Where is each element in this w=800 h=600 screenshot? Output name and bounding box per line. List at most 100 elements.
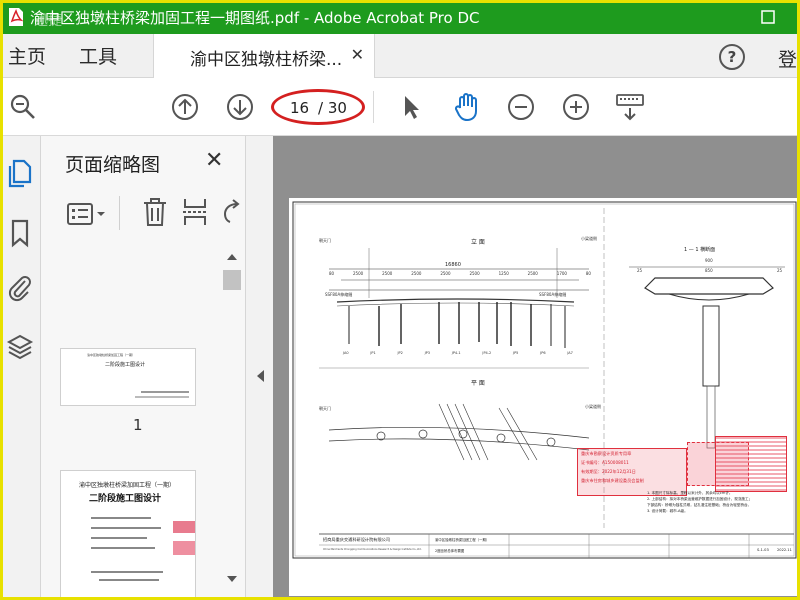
collapse-panel-icon[interactable] (257, 370, 264, 382)
dimension-value: 80 (329, 271, 335, 276)
split-page-icon[interactable] (181, 196, 211, 232)
toolbar-divider (373, 91, 374, 123)
panel-toolbar-divider (119, 196, 120, 230)
design-qualification-stamp: 重庆市勘察设计资质专用章 证书编号：A150008011 有效期至：2022年1… (577, 448, 687, 496)
thumbnail-1-subtitle: 二阶段施工图设计 (105, 362, 146, 368)
expansion-joint-label: SSF80A伸缩缝 (325, 292, 353, 297)
sheet-title: 2座匝桥总体布置图 (435, 549, 465, 553)
close-tab-icon[interactable]: ✕ (351, 45, 364, 64)
pier-label: JP5 (513, 351, 519, 355)
section-dimension: 850 (705, 268, 713, 273)
pier-label: JA0 (343, 351, 349, 355)
thumbnail-page-1[interactable]: 渝中区独墩柱桥梁加固工程（一期） 二阶段施工图设计 (60, 348, 196, 406)
help-button[interactable]: ? (719, 44, 745, 70)
thumbnails-panel: 页面缩略图 ✕ 渝中区独墩柱桥梁加固工程（一期） 二阶段施工图设计 1 渝中区独… (40, 136, 246, 600)
tab-tools[interactable]: 工具 (79, 42, 117, 69)
thumbnail-1-heading: 渝中区独墩柱桥梁加固工程（一期） (87, 353, 136, 357)
tab-document[interactable]: 渝中区独墩柱桥梁... ✕ (153, 34, 375, 78)
close-panel-icon[interactable]: ✕ (205, 148, 223, 173)
dimension-value: 80 (585, 271, 591, 276)
thumbnail-2-stamp (173, 541, 195, 555)
zoom-in-icon[interactable] (561, 92, 591, 122)
document-viewer[interactable]: 立 面 平 面 1 — 1 横断面 朝天门 小梁道侧 朝天门 小梁道侧 1686… (273, 136, 800, 600)
pier-label-row: JA0 JP1 JP2 JP3 JP4-1 JP4-2 JP5 JP6 JA7 (343, 351, 573, 355)
dimension-row: 80 2500 2500 2500 2500 2500 1250 2500 17… (329, 271, 591, 276)
zoom-search-icon[interactable] (8, 92, 38, 122)
thumbnail-list: 渝中区独墩柱桥梁加固工程（一期） 二阶段施工图设计 1 渝中区独墩柱桥梁加固工程… (41, 248, 245, 600)
attachment-icon[interactable] (6, 272, 34, 302)
dimension-value: 2500 (440, 271, 451, 276)
label-south: 小梁道侧 (581, 236, 597, 241)
bookmark-icon[interactable] (6, 218, 34, 248)
thumbnail-2-text-line (99, 579, 159, 581)
pier-label: JP1 (370, 351, 376, 355)
panel-title: 页面缩略图 (65, 154, 161, 176)
sheet-number: S-1-03 (757, 548, 769, 552)
dimension-value: 2500 (353, 271, 364, 276)
page-up-icon[interactable] (170, 92, 200, 122)
registration-seal-stamp (715, 436, 787, 492)
rotate-icon[interactable] (221, 196, 241, 232)
left-rail (0, 136, 40, 600)
design-notes: 1. 本图尺寸除标高、里程以米计外，其余均以cm计。 2. 上部结构：拟对本桥梁… (647, 490, 752, 514)
thumbnail-2-text-line (91, 527, 161, 529)
red-ellipse-annotation (271, 89, 365, 125)
thumbnail-scrollbar[interactable] (223, 248, 241, 588)
pier-label: JP3 (424, 351, 431, 355)
select-arrow-icon[interactable] (396, 92, 426, 122)
stamp-line: 重庆市住房和城乡建设委员会监制 (581, 478, 644, 483)
pier-label: JP6 (540, 351, 546, 355)
scroll-up-icon[interactable] (227, 254, 237, 260)
keyboard-icon[interactable] (615, 92, 645, 122)
thumbnail-1-text-line (135, 396, 189, 398)
dimension-value: 2500 (382, 271, 393, 276)
watermark: 迅捷 (34, 13, 62, 29)
front-view-title: 立 面 (471, 239, 485, 246)
stamp-line: 证书编号：A150008011 (581, 460, 629, 465)
label-south-plan: 小梁道侧 (585, 404, 601, 409)
stamp-line: 重庆市勘察设计资质专用章 (581, 451, 632, 456)
project-name: 渝中区独墩柱桥梁加固工程（一期） (435, 538, 490, 542)
document-tab-label: 渝中区独墩柱桥梁... (190, 50, 343, 70)
login-button[interactable]: 登 (778, 45, 797, 72)
pier-label: JP4-1 (451, 351, 461, 355)
pier-label: JP4-2 (482, 351, 492, 355)
layers-icon[interactable] (6, 332, 34, 360)
dimension-value: 2500 (411, 271, 422, 276)
title-bar: 渝中区独墩柱桥梁加固工程一期图纸.pdf - Adobe Acrobat Pro… (0, 0, 800, 34)
drawing-page: 立 面 平 面 1 — 1 横断面 朝天门 小梁道侧 朝天门 小梁道侧 1686… (289, 198, 800, 596)
sheet-date: 2022.11 (777, 548, 792, 552)
thumbnail-1-number: 1 (133, 416, 143, 434)
toolbar: 16 / 30 (0, 78, 800, 136)
label-north-plan: 朝天门 (319, 406, 331, 411)
pier-label: JA7 (567, 351, 573, 355)
pier-label: JP2 (397, 351, 403, 355)
thumbnail-2-stamp (173, 521, 195, 533)
stamp-line: 有效期至：2022年12月31日 (581, 469, 636, 474)
thumbnail-2-text-line (91, 571, 163, 573)
label-north: 朝天门 (319, 238, 331, 243)
section-dimension: 25 (637, 268, 643, 273)
page-down-icon[interactable] (225, 92, 255, 122)
hand-tool-icon[interactable] (452, 92, 482, 122)
section-view-title: 1 — 1 横断面 (684, 247, 716, 253)
thumbnail-2-text-line (91, 547, 155, 549)
tab-bar: 主页 工具 渝中区独墩柱桥梁... ✕ (0, 34, 800, 78)
scroll-down-icon[interactable] (227, 576, 237, 582)
panel-toolbar (53, 194, 243, 234)
thumbnail-1-text-line (141, 391, 189, 393)
thumbnail-options-icon[interactable] (67, 200, 109, 232)
total-dimension: 16860 (445, 262, 461, 268)
section-dimension: 900 (705, 258, 713, 263)
scrollbar-thumb[interactable] (223, 270, 241, 290)
zoom-out-icon[interactable] (506, 92, 536, 122)
dimension-value: 2500 (527, 271, 538, 276)
trash-icon[interactable] (141, 196, 169, 232)
tab-home[interactable]: 主页 (8, 42, 46, 69)
maximize-button[interactable] (753, 5, 783, 29)
note-line: 3. 设计荷载：城市-A级。 (647, 509, 688, 513)
page-thumbnails-icon[interactable] (6, 158, 34, 188)
thumbnail-2-subtitle: 二阶段施工图设计 (89, 494, 162, 504)
dimension-value: 1250 (498, 271, 509, 276)
thumbnail-page-2[interactable]: 渝中区独墩柱桥梁加固工程（一期） 二阶段施工图设计 (60, 470, 196, 600)
